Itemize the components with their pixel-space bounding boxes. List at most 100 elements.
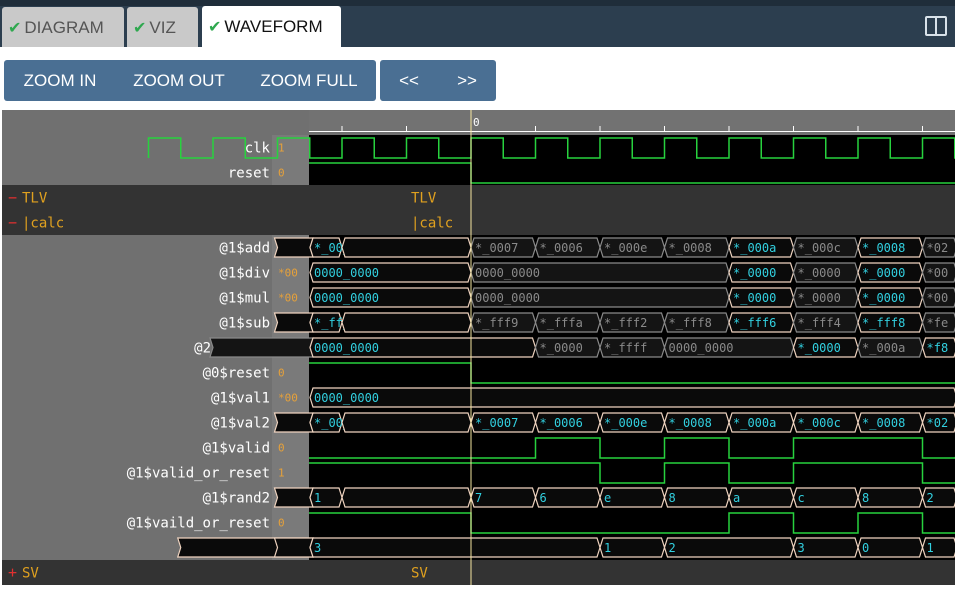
bus-segment-value: *_0006 <box>540 241 583 255</box>
scope-name: |calc <box>22 216 64 232</box>
bus-segment-value: c <box>798 491 805 505</box>
tab-diagram[interactable]: ✔ DIAGRAM <box>2 7 124 47</box>
signal-current-value: 0 <box>278 517 285 530</box>
nav-toolbar: << >> <box>380 60 496 101</box>
signal-name: @1$vaild_or_reset <box>127 516 270 532</box>
bus-segment-value: 0000_0000 <box>669 341 734 355</box>
signal-current-value: 1 <box>278 467 285 480</box>
bus-segment-value: *00 <box>927 291 949 305</box>
signal-current-value: *00 <box>278 292 298 305</box>
signal-track[interactable] <box>309 185 955 210</box>
waveform-viewer[interactable]: 0clk1reset0−TLVTLV− |calc|calc@1$add*070… <box>2 110 955 585</box>
bus-segment-value: *_0000 <box>862 291 905 305</box>
header-stripe <box>0 0 955 6</box>
bus-segment-value: *_0000 <box>798 266 841 280</box>
signal-current-value: 0 <box>278 442 285 455</box>
bus-segment-value: 8 <box>862 491 869 505</box>
bus-segment-value: a <box>733 491 740 505</box>
bus-segment-value: 0000_0000 <box>314 266 379 280</box>
bus-segment <box>273 312 314 333</box>
bus-segment-value: 7 <box>475 491 482 505</box>
bus-segment-value: *_0007 <box>475 241 518 255</box>
zoom-in-button[interactable]: ZOOM IN <box>4 60 116 101</box>
bus-segment-value: 8 <box>669 491 676 505</box>
bus-segment <box>341 412 472 433</box>
signal-name: reset <box>228 166 270 182</box>
bus-segment <box>273 412 314 433</box>
bus-segment-value: 1 <box>604 541 611 555</box>
tab-viz[interactable]: ✔ VIZ <box>127 7 198 47</box>
bus-segment-value: e <box>604 491 611 505</box>
tab-waveform[interactable]: ✔ WAVEFORM <box>202 6 341 47</box>
bus-segment-value: *_0000 <box>798 291 841 305</box>
bus-segment-value: *_0000 <box>540 341 583 355</box>
bus-segment-value: *_fff2 <box>604 316 647 330</box>
signal-track[interactable] <box>309 210 955 235</box>
signal-current-value: 0 <box>278 367 285 380</box>
signal-track[interactable] <box>309 560 955 585</box>
tab-viz-label: VIZ <box>149 18 176 37</box>
bus-segment-value: *_000a <box>733 241 776 255</box>
bus-segment-value: *_fff8 <box>669 316 712 330</box>
bus-segment-value: *_fffa <box>540 316 583 330</box>
bus-segment-value: *_0000 <box>733 266 776 280</box>
signal-value-cell <box>272 185 309 210</box>
scope-name: TLV <box>22 191 48 207</box>
bus-segment-value: *_0000 <box>733 291 776 305</box>
bus-segment-value: 0000_0000 <box>475 291 540 305</box>
signal-name: @1$add <box>219 241 270 257</box>
bus-segment-value: *_0006 <box>540 416 583 430</box>
scroll-forward-button[interactable]: >> <box>438 60 496 101</box>
signal-name: @1$div <box>219 266 270 282</box>
signal-current-value: *00 <box>278 267 298 280</box>
bus-segment-value: *_000c <box>798 241 841 255</box>
bus-segment-value: *_fff9 <box>475 316 518 330</box>
bus-segment <box>341 487 472 508</box>
bus-segment-value: 1 <box>927 541 934 555</box>
scope-toggle-icon[interactable]: − <box>8 189 17 207</box>
bus-segment <box>273 487 314 508</box>
bus-segment <box>209 337 314 358</box>
scope-toggle-icon[interactable]: − <box>8 214 17 232</box>
scope-marker-label: SV <box>411 566 428 582</box>
zoom-full-button[interactable]: ZOOM FULL <box>242 60 376 101</box>
bus-segment-value: 6 <box>540 491 547 505</box>
bus-segment-value: 2 <box>927 491 934 505</box>
bus-segment-value: 0 <box>862 541 869 555</box>
bus-segment-value: *_ffff <box>604 341 647 355</box>
bus-segment-value: 2 <box>669 541 676 555</box>
signal-name: @1$valid_or_reset <box>127 466 270 482</box>
bus-segment-value: *_0000 <box>798 341 841 355</box>
bus-segment-value: *_0008 <box>862 241 905 255</box>
signal-name: @1$val1 <box>211 391 270 407</box>
bus-segment <box>309 537 601 558</box>
split-layout-icon[interactable] <box>925 16 947 36</box>
signal-name: @1$valid <box>203 441 270 457</box>
scroll-back-button[interactable]: << <box>380 60 438 101</box>
bus-segment-value: *_000e <box>604 416 647 430</box>
signal-value-cell <box>272 560 309 585</box>
signal-name: @0$reset <box>203 366 270 382</box>
check-icon: ✔ <box>133 18 147 37</box>
signal-name: @1$rand2 <box>203 491 270 507</box>
bus-segment-value: 3 <box>314 541 321 555</box>
bus-segment-value: *_0008 <box>669 241 712 255</box>
signal-name-cell[interactable] <box>2 560 272 585</box>
bus-segment-value: *_000e <box>604 241 647 255</box>
bus-segment-value: *_0000 <box>862 266 905 280</box>
bus-segment <box>309 387 955 408</box>
bus-segment-value: 0000_0000 <box>475 266 540 280</box>
waveform-canvas[interactable]: 0clk1reset0−TLVTLV− |calc|calc@1$add*070… <box>2 110 955 585</box>
timeline-spacer <box>2 110 309 132</box>
bus-segment <box>273 237 314 258</box>
bus-segment-value: *_fff8 <box>862 316 905 330</box>
bus-segment-value: *_0007 <box>475 416 518 430</box>
bus-segment-value: *_0008 <box>669 416 712 430</box>
bus-segment-value: *_0008 <box>862 416 905 430</box>
bus-segment-value: 0000_0000 <box>314 291 379 305</box>
bus-segment-value: 3 <box>798 541 805 555</box>
zoom-out-button[interactable]: ZOOM OUT <box>116 60 242 101</box>
bus-segment <box>663 537 795 558</box>
scope-marker-label: |calc <box>411 216 453 232</box>
scope-toggle-icon[interactable]: + <box>8 564 17 582</box>
